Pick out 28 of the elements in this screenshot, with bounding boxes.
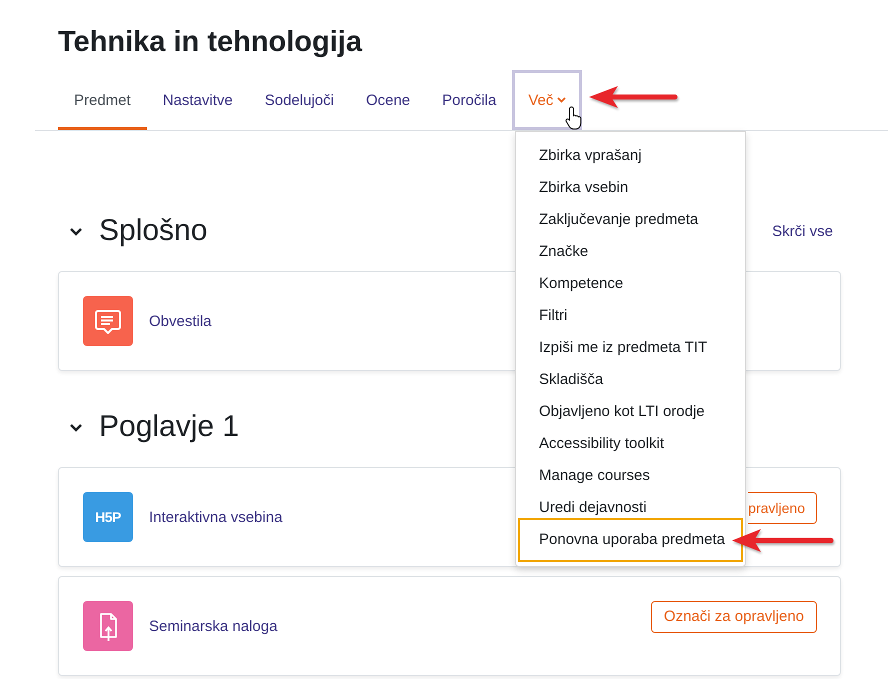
menu-item[interactable]: Zbirka vprašanj	[516, 140, 745, 172]
section-title: Poglavje 1	[99, 409, 240, 445]
menu-item[interactable]: Manage courses	[516, 460, 745, 492]
activity-link[interactable]: Obvestila	[149, 312, 212, 330]
chevron-down-icon[interactable]	[69, 226, 83, 236]
menu-item[interactable]: Zaključevanje predmeta	[516, 204, 745, 236]
menu-item[interactable]: Značke	[516, 236, 745, 268]
menu-item[interactable]: Filtri	[516, 300, 745, 332]
menu-item[interactable]: Izpiši me iz predmeta TIT	[516, 332, 745, 364]
nav-tab[interactable]: Poročila	[426, 70, 512, 130]
nav-tab[interactable]: Ocene	[350, 70, 426, 130]
activity-link[interactable]: Seminarska naloga	[149, 618, 278, 634]
menu-item[interactable]: Objavljeno kot LTI orodje	[516, 396, 745, 428]
collapse-all-link[interactable]: Skrči vse	[772, 222, 833, 240]
nav-tab[interactable]: Nastavitve	[146, 70, 249, 130]
menu-item[interactable]: Skladišča	[516, 364, 745, 396]
nav-tab[interactable]: Sodelujoči	[248, 70, 350, 130]
course-title: Tehnika in tehnologija	[58, 25, 362, 60]
menu-item[interactable]: Ponovna uporaba predmeta	[518, 518, 743, 562]
menu-item[interactable]: Zbirka vsebin	[516, 172, 745, 204]
menu-item[interactable]: Kompetence	[516, 268, 745, 300]
section-title: Splošno	[99, 213, 208, 249]
nav-tab[interactable]: Predmet	[58, 70, 147, 130]
caret-icon	[557, 97, 566, 103]
menu-item[interactable]: Accessibility toolkit	[516, 428, 745, 460]
activity-link[interactable]: Interaktivna vsebina	[149, 508, 282, 526]
chevron-down-icon[interactable]	[69, 422, 83, 432]
logo-tile: H5P	[83, 492, 133, 542]
